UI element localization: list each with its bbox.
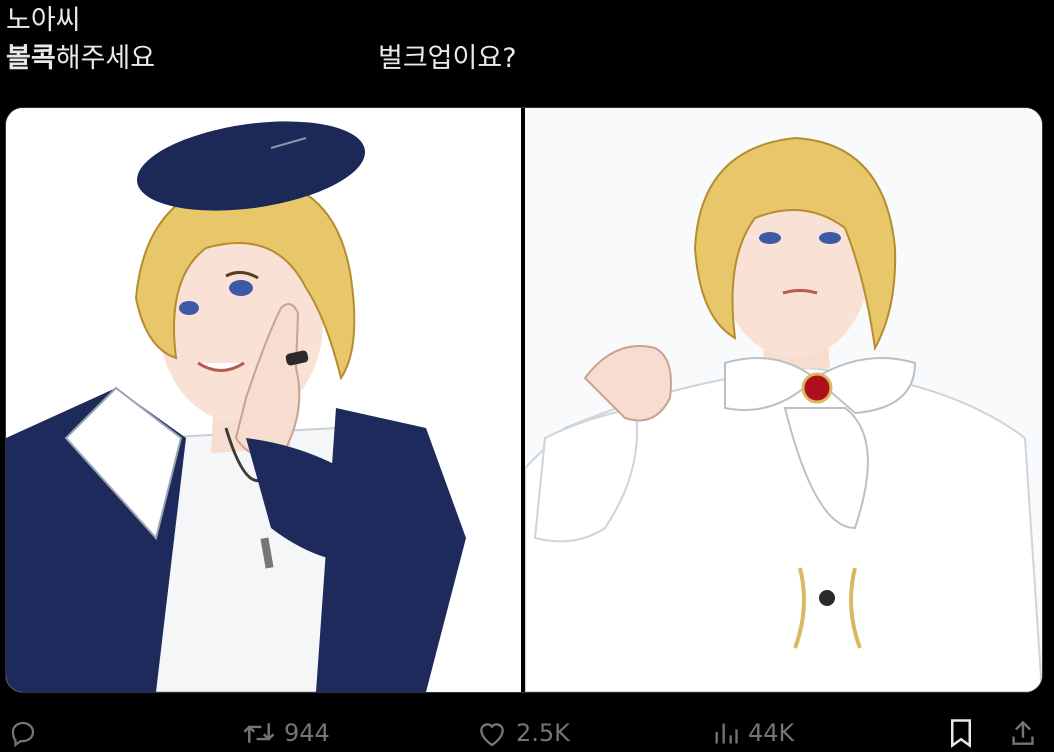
retweet-count: 944 — [284, 719, 330, 747]
reply-icon — [11, 721, 35, 748]
like-count: 2.5K — [516, 719, 570, 747]
tweet-text-line-1: 노아씨 — [6, 5, 81, 36]
heart-icon — [480, 723, 504, 747]
reply-button[interactable] — [8, 718, 38, 748]
tweet-action-bar: 944 2.5K 44K — [0, 712, 1054, 752]
caption-right: 벌크업이요? — [378, 43, 517, 74]
retweet-icon — [243, 723, 275, 743]
tweet-media[interactable] — [5, 107, 1043, 693]
caption-left: 볼콕해주세요 — [6, 40, 155, 78]
bookmark-icon — [951, 719, 971, 748]
bookmark-button[interactable] — [948, 718, 974, 748]
tweet-text-line-2: 볼콕해주세요 벌크업이요? — [6, 40, 1046, 78]
views-button[interactable]: 44K — [712, 718, 794, 748]
caption-left-rest: 해주세요 — [55, 43, 156, 74]
views-icon — [715, 723, 738, 744]
character-illustration-left — [6, 108, 521, 692]
media-image-left[interactable] — [6, 108, 521, 692]
media-image-right[interactable] — [525, 108, 1042, 692]
retweet-button[interactable]: 944 — [242, 718, 330, 748]
like-button[interactable]: 2.5K — [476, 718, 570, 748]
share-icon — [1012, 720, 1034, 745]
share-button[interactable] — [1010, 718, 1036, 748]
character-illustration-right — [525, 108, 1042, 692]
tweet-text: 노아씨 볼콕해주세요 벌크업이요? — [6, 2, 1046, 78]
caption-left-bold: 볼콕 — [6, 43, 56, 74]
views-count: 44K — [748, 719, 795, 747]
